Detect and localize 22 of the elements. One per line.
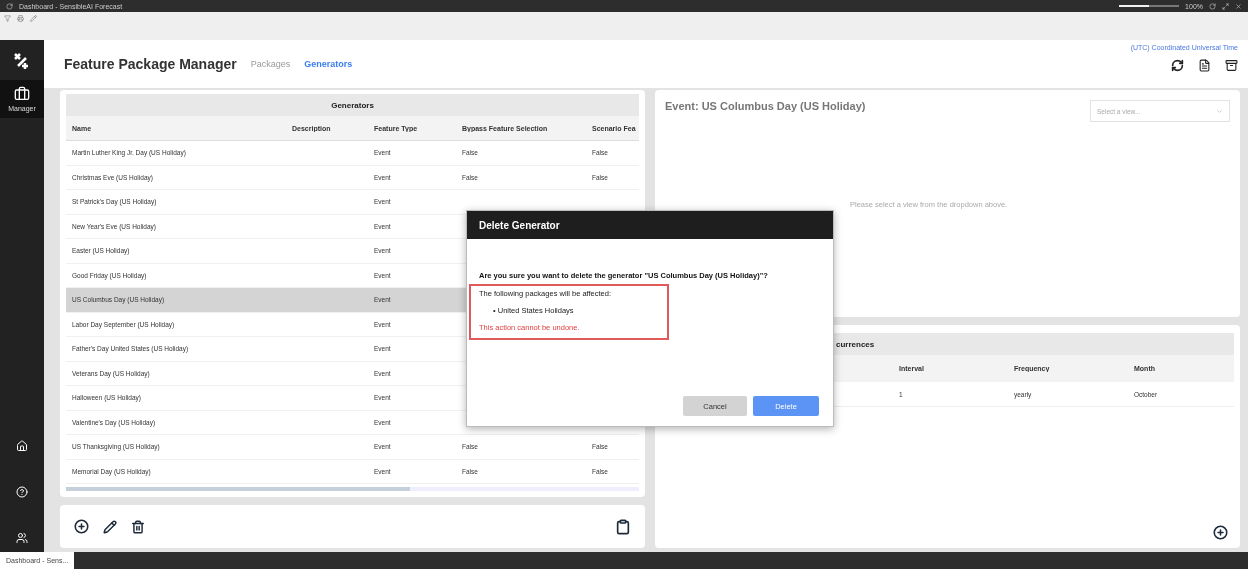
table-title: Generators: [66, 94, 639, 116]
archive-icon[interactable]: [1225, 59, 1238, 72]
home-icon[interactable]: [16, 440, 28, 452]
clipboard-icon[interactable]: [615, 518, 631, 535]
help-icon[interactable]: [16, 486, 28, 498]
add-icon[interactable]: [1213, 525, 1228, 540]
panel-title: Event: US Columbus Day (US Holiday): [665, 100, 866, 112]
maximize-icon[interactable]: [1222, 2, 1229, 10]
chevron-down-icon: [1216, 107, 1223, 115]
refresh-icon[interactable]: [1171, 59, 1184, 72]
app-icon: [6, 2, 13, 10]
trash-icon[interactable]: [131, 519, 145, 534]
scrollbar[interactable]: [66, 487, 639, 491]
add-icon[interactable]: [74, 519, 89, 534]
briefcase-icon: [14, 86, 30, 102]
dialog-title: Delete Generator: [467, 211, 833, 239]
pencil-icon[interactable]: [103, 519, 117, 534]
page-title: Feature Package Manager: [64, 56, 237, 72]
close-icon[interactable]: [1235, 2, 1242, 10]
users-icon[interactable]: [16, 532, 28, 544]
document-icon[interactable]: [1198, 59, 1211, 72]
nav-tab[interactable]: Generators: [304, 59, 353, 69]
